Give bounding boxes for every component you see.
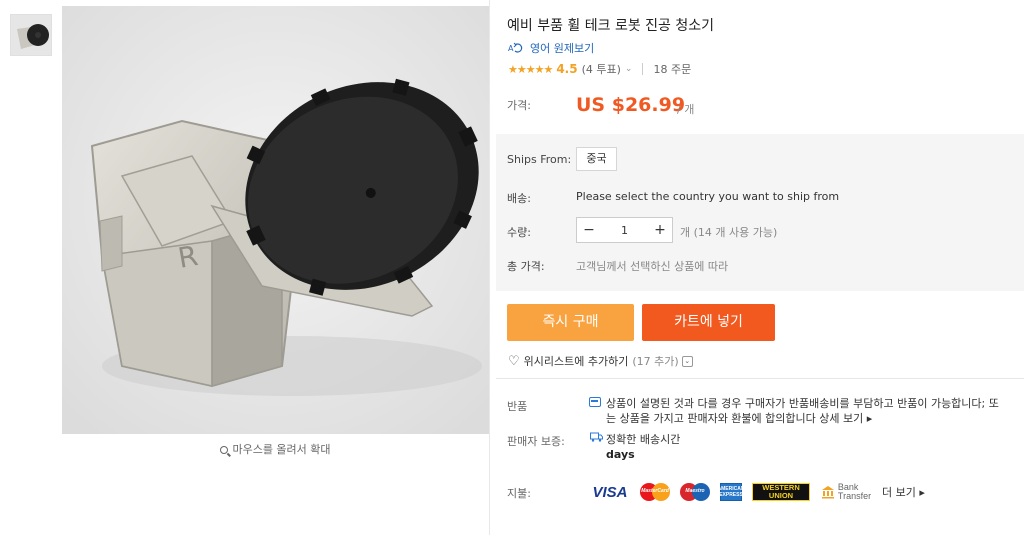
price-label: 가격:	[507, 99, 531, 112]
maestro-icon: Maestro	[680, 483, 710, 501]
returns-text: 상품이 설명된 것과 다를 경우 구매자가 반품배송비를 부담하고 반품이 가능…	[606, 396, 1006, 426]
translate-label: 영어 원제보기	[530, 42, 595, 55]
magnifier-icon	[220, 446, 229, 454]
rating-stars-icon: ★★★★★	[508, 62, 553, 76]
svg-text:A: A	[508, 44, 514, 53]
wishlist-link[interactable]: ♡ 위시리스트에 추가하기 (17 추가) ⌄	[508, 353, 693, 369]
add-to-cart-button[interactable]: 카트에 넣기	[642, 304, 775, 341]
guarantee-days: days	[606, 448, 635, 461]
western-union-icon: WESTERN UNION	[752, 483, 810, 501]
buy-now-button[interactable]: 즉시 구매	[507, 304, 634, 341]
bank-transfer-line2: Transfer	[837, 491, 872, 501]
maestro-text: Maestro	[685, 488, 705, 494]
product-title: 예비 부품 휠 테크 로봇 진공 청소기	[507, 18, 715, 34]
quantity-input[interactable]: 1	[601, 224, 648, 237]
bank-transfer-icon: Bank Transfer	[820, 483, 872, 501]
wishlist-label: 위시리스트에 추가하기	[523, 355, 629, 368]
bank-building-icon	[821, 486, 834, 499]
return-policy-icon	[589, 397, 601, 407]
product-main-image[interactable]: R	[62, 6, 489, 434]
quantity-decrease-button[interactable]: −	[577, 222, 601, 238]
payment-methods: VISA MasterCard Maestro AMERICAN EXPRESS…	[590, 481, 925, 503]
visa-icon: VISA	[592, 483, 628, 501]
total-price-label: 총 가격:	[507, 260, 545, 273]
robot-wheel-illustration: R	[62, 6, 489, 434]
price-unit: / 개	[677, 103, 695, 116]
product-thumbnail[interactable]	[10, 14, 52, 56]
column-divider	[489, 0, 490, 535]
order-count: 18 주문	[653, 63, 692, 76]
quantity-stepper: − 1 +	[576, 217, 673, 243]
seller-guarantee-label: 판매자 보증:	[507, 435, 565, 448]
mastercard-text: MasterCard	[641, 488, 669, 494]
rating-votes[interactable]: (4 투표)	[582, 61, 621, 77]
rating-value: 4.5	[556, 62, 578, 76]
translate-link[interactable]: A 영어 원제보기	[508, 40, 594, 56]
ships-from-label: Ships From:	[507, 153, 572, 166]
returns-description: 상품이 설명된 것과 다를 경우 구매자가 반품배송비를 부담하고 반품이 가능…	[606, 397, 999, 425]
chevron-down-icon[interactable]: ⌄	[681, 355, 693, 367]
heart-icon: ♡	[508, 353, 520, 369]
shipping-label: 배송:	[507, 192, 531, 205]
rating-row: ★★★★★ 4.5 (4 투표) ⌄ 18 주문	[508, 61, 691, 77]
guarantee-text: 정확한 배송시간	[606, 433, 681, 446]
zoom-hint: 마우스를 올려서 확대	[62, 441, 489, 457]
quantity-available: 개 (14 개 사용 가능)	[680, 226, 778, 239]
mastercard-icon: MasterCard	[640, 483, 670, 501]
more-payment-link[interactable]: 더 보기 ▸	[882, 484, 925, 500]
returns-more-link[interactable]: 상세 보기 ▸	[819, 412, 872, 425]
total-price-note: 고객님께서 선택하신 상품에 따라	[576, 260, 729, 273]
quantity-increase-button[interactable]: +	[648, 222, 672, 238]
amex-icon: AMERICAN EXPRESS	[718, 483, 744, 501]
ships-from-option[interactable]: 중국	[576, 147, 617, 171]
shipping-message: Please select the country you want to sh…	[576, 190, 840, 203]
price-value: US $26.99	[576, 94, 686, 116]
returns-label: 반품	[507, 400, 528, 413]
wishlist-count: (17 추가)	[632, 355, 679, 368]
zoom-hint-text: 마우스를 올려서 확대	[232, 443, 331, 456]
rating-separator	[642, 63, 644, 75]
section-divider	[496, 378, 1024, 379]
payment-label: 지불:	[507, 487, 531, 500]
translate-icon: A	[508, 42, 523, 53]
product-page: R 마우스를 올려서 확대 예비 부품 휠 테크 로봇 진공 청소기 A 영어 …	[0, 0, 1024, 535]
quantity-label: 수량:	[507, 226, 531, 239]
chevron-down-icon[interactable]: ⌄	[625, 64, 633, 74]
delivery-truck-icon	[590, 432, 603, 442]
thumbnail-image	[11, 15, 51, 55]
